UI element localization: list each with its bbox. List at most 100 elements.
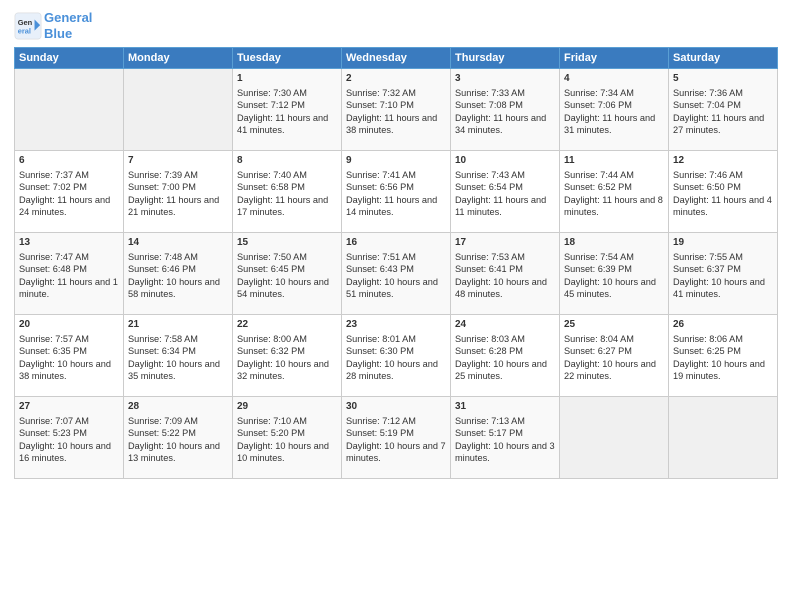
day-number: 7 [128,154,228,168]
day-info-line: Sunrise: 7:54 AM [564,251,664,263]
cell-week3-day6: 19Sunrise: 7:55 AMSunset: 6:37 PMDayligh… [669,233,778,315]
day-info-line: Daylight: 10 hours and 22 minutes. [564,358,664,383]
day-info-line: Daylight: 11 hours and 27 minutes. [673,112,773,137]
day-info-line: Daylight: 10 hours and 48 minutes. [455,276,555,301]
day-info-line: Daylight: 10 hours and 25 minutes. [455,358,555,383]
day-info-line: Sunrise: 7:44 AM [564,169,664,181]
day-info-line: Sunrise: 7:57 AM [19,333,119,345]
week-row-2: 6Sunrise: 7:37 AMSunset: 7:02 PMDaylight… [15,151,778,233]
calendar-table: SundayMondayTuesdayWednesdayThursdayFrid… [14,47,778,479]
day-info-line: Sunrise: 7:32 AM [346,87,446,99]
day-info-line: Sunset: 6:27 PM [564,345,664,357]
day-info-line: Daylight: 11 hours and 4 minutes. [673,194,773,219]
day-info-line: Sunset: 6:35 PM [19,345,119,357]
day-number: 25 [564,318,664,332]
day-info-line: Sunset: 6:58 PM [237,181,337,193]
day-number: 22 [237,318,337,332]
cell-week5-day6 [669,397,778,479]
day-info-line: Sunrise: 7:36 AM [673,87,773,99]
day-info-line: Sunrise: 7:12 AM [346,415,446,427]
day-number: 8 [237,154,337,168]
day-info-line: Daylight: 11 hours and 24 minutes. [19,194,119,219]
day-info-line: Daylight: 11 hours and 34 minutes. [455,112,555,137]
cell-week1-day4: 3Sunrise: 7:33 AMSunset: 7:08 PMDaylight… [451,69,560,151]
day-info-line: Daylight: 11 hours and 14 minutes. [346,194,446,219]
day-info-line: Sunset: 7:08 PM [455,99,555,111]
day-info-line: Sunset: 6:41 PM [455,263,555,275]
day-info-line: Daylight: 10 hours and 41 minutes. [673,276,773,301]
day-info-line: Daylight: 11 hours and 11 minutes. [455,194,555,219]
day-number: 1 [237,72,337,86]
day-info-line: Sunrise: 7:07 AM [19,415,119,427]
day-number: 5 [673,72,773,86]
day-info-line: Sunset: 7:04 PM [673,99,773,111]
day-number: 24 [455,318,555,332]
day-number: 31 [455,400,555,414]
day-number: 23 [346,318,446,332]
cell-week4-day5: 25Sunrise: 8:04 AMSunset: 6:27 PMDayligh… [560,315,669,397]
day-number: 12 [673,154,773,168]
day-number: 27 [19,400,119,414]
day-info-line: Daylight: 10 hours and 32 minutes. [237,358,337,383]
cell-week2-day5: 11Sunrise: 7:44 AMSunset: 6:52 PMDayligh… [560,151,669,233]
day-number: 3 [455,72,555,86]
cell-week4-day6: 26Sunrise: 8:06 AMSunset: 6:25 PMDayligh… [669,315,778,397]
day-info-line: Sunrise: 8:04 AM [564,333,664,345]
day-info-line: Sunset: 7:10 PM [346,99,446,111]
day-number: 10 [455,154,555,168]
day-info-line: Daylight: 10 hours and 16 minutes. [19,440,119,465]
weekday-header-friday: Friday [560,48,669,69]
week-row-3: 13Sunrise: 7:47 AMSunset: 6:48 PMDayligh… [15,233,778,315]
day-info-line: Daylight: 10 hours and 38 minutes. [19,358,119,383]
day-info-line: Daylight: 11 hours and 41 minutes. [237,112,337,137]
day-info-line: Sunset: 6:28 PM [455,345,555,357]
day-info-line: Sunrise: 7:10 AM [237,415,337,427]
cell-week2-day2: 8Sunrise: 7:40 AMSunset: 6:58 PMDaylight… [233,151,342,233]
day-info-line: Sunset: 5:20 PM [237,427,337,439]
day-info-line: Daylight: 11 hours and 17 minutes. [237,194,337,219]
day-number: 13 [19,236,119,250]
day-info-line: Sunrise: 7:50 AM [237,251,337,263]
day-info-line: Daylight: 11 hours and 38 minutes. [346,112,446,137]
day-info-line: Sunset: 5:23 PM [19,427,119,439]
cell-week4-day0: 20Sunrise: 7:57 AMSunset: 6:35 PMDayligh… [15,315,124,397]
day-number: 15 [237,236,337,250]
day-number: 16 [346,236,446,250]
day-info-line: Sunrise: 7:51 AM [346,251,446,263]
cell-week4-day4: 24Sunrise: 8:03 AMSunset: 6:28 PMDayligh… [451,315,560,397]
logo-icon: Gen eral [14,12,42,40]
day-info-line: Sunrise: 7:30 AM [237,87,337,99]
calendar-page: Gen eral GeneralBlue SundayMondayTuesday… [0,0,792,612]
day-info-line: Daylight: 10 hours and 58 minutes. [128,276,228,301]
day-info-line: Sunset: 6:34 PM [128,345,228,357]
day-info-line: Sunset: 7:02 PM [19,181,119,193]
day-info-line: Sunrise: 7:09 AM [128,415,228,427]
weekday-header-thursday: Thursday [451,48,560,69]
day-info-line: Sunset: 6:43 PM [346,263,446,275]
day-info-line: Sunset: 6:37 PM [673,263,773,275]
day-info-line: Sunset: 6:46 PM [128,263,228,275]
day-info-line: Sunset: 6:32 PM [237,345,337,357]
day-number: 4 [564,72,664,86]
day-info-line: Sunrise: 7:34 AM [564,87,664,99]
cell-week4-day1: 21Sunrise: 7:58 AMSunset: 6:34 PMDayligh… [124,315,233,397]
day-info-line: Sunset: 6:48 PM [19,263,119,275]
day-info-line: Daylight: 10 hours and 19 minutes. [673,358,773,383]
cell-week5-day5 [560,397,669,479]
weekday-header-row: SundayMondayTuesdayWednesdayThursdayFrid… [15,48,778,69]
day-info-line: Daylight: 11 hours and 31 minutes. [564,112,664,137]
day-info-line: Daylight: 10 hours and 13 minutes. [128,440,228,465]
day-number: 28 [128,400,228,414]
day-info-line: Sunset: 6:30 PM [346,345,446,357]
cell-week3-day5: 18Sunrise: 7:54 AMSunset: 6:39 PMDayligh… [560,233,669,315]
day-info-line: Sunrise: 8:01 AM [346,333,446,345]
day-info-line: Sunset: 6:25 PM [673,345,773,357]
cell-week5-day2: 29Sunrise: 7:10 AMSunset: 5:20 PMDayligh… [233,397,342,479]
day-info-line: Sunset: 6:54 PM [455,181,555,193]
cell-week2-day6: 12Sunrise: 7:46 AMSunset: 6:50 PMDayligh… [669,151,778,233]
day-number: 20 [19,318,119,332]
cell-week1-day0 [15,69,124,151]
weekday-header-monday: Monday [124,48,233,69]
cell-week2-day0: 6Sunrise: 7:37 AMSunset: 7:02 PMDaylight… [15,151,124,233]
day-info-line: Sunset: 7:12 PM [237,99,337,111]
